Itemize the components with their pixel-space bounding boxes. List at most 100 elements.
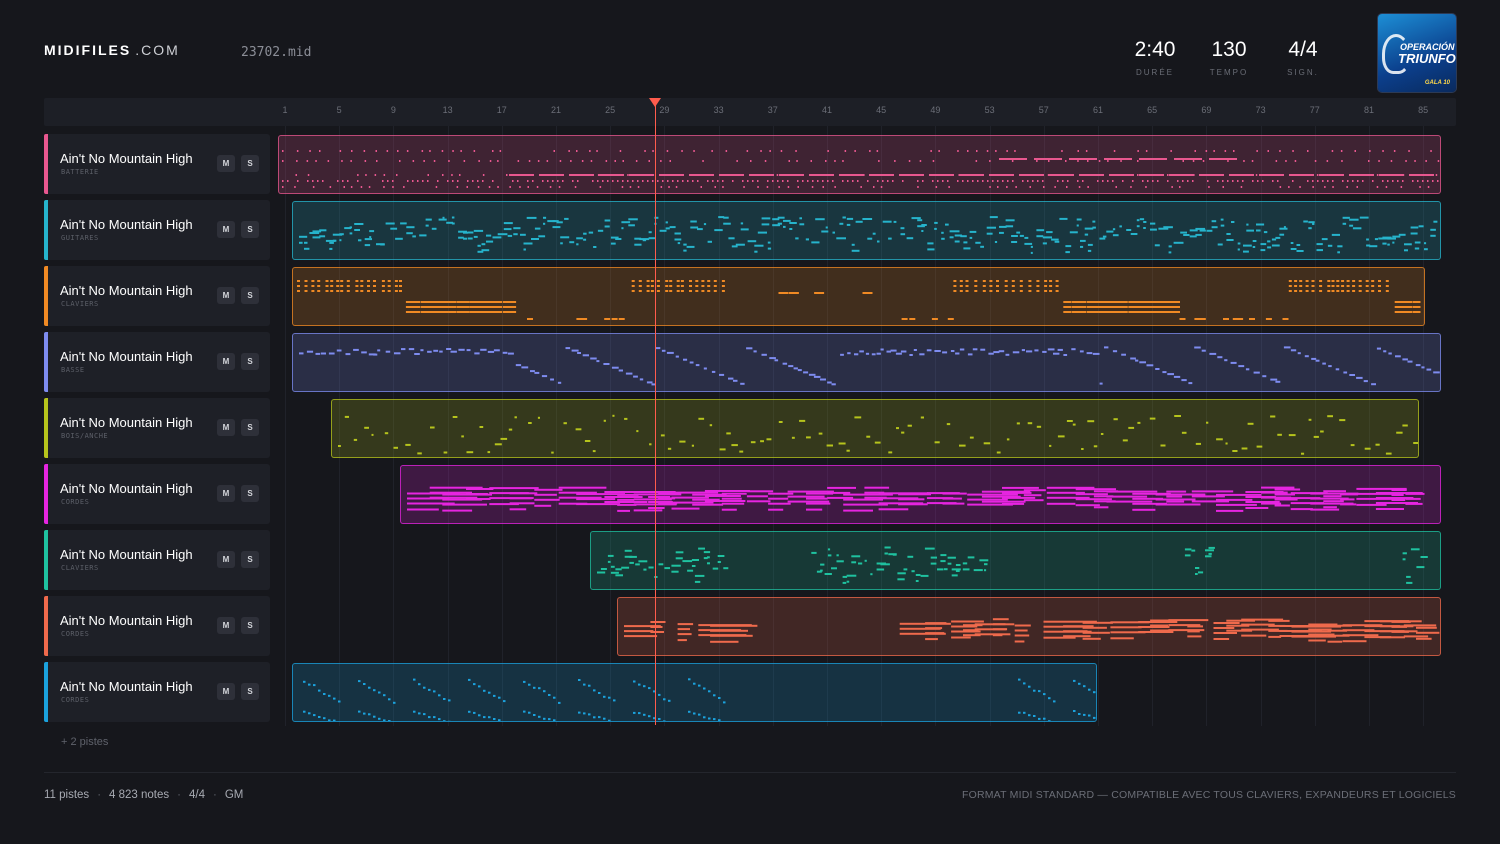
solo-button[interactable]: S [241, 617, 259, 634]
midi-note [810, 551, 817, 554]
midi-note [631, 290, 635, 292]
midi-note [497, 696, 501, 699]
midi-note [836, 554, 839, 557]
midi-note [827, 554, 832, 557]
mute-button[interactable]: M [217, 683, 235, 700]
mute-button[interactable]: M [217, 617, 235, 634]
midi-note [802, 371, 808, 374]
midi-note [753, 244, 764, 247]
midi-note [463, 160, 466, 162]
track-header[interactable]: Ain't No Mountain High CORDES M S [44, 662, 270, 722]
midi-note [448, 301, 457, 303]
midi-note [946, 423, 951, 426]
midi-note [880, 186, 883, 188]
midi-note [1043, 280, 1047, 282]
midi-note [1077, 682, 1081, 685]
midi-note [1079, 350, 1084, 353]
midi-note [842, 575, 847, 578]
solo-button[interactable]: S [241, 287, 259, 304]
midi-note [487, 350, 494, 353]
midi-note [366, 290, 370, 292]
track-category: BASSE [61, 366, 85, 374]
mute-button[interactable]: M [217, 551, 235, 568]
midi-note [363, 150, 366, 152]
track-region[interactable] [291, 267, 1425, 326]
more-tracks-link[interactable]: + 2 pistes [61, 736, 108, 748]
track-header[interactable]: Ain't No Mountain High CORDES M S [44, 596, 270, 656]
track-notes [596, 546, 1428, 584]
track-header[interactable]: Ain't No Mountain High BATTERIE M S [44, 134, 270, 194]
midi-note [386, 150, 389, 152]
midi-note [662, 180, 664, 182]
midi-note [798, 223, 804, 226]
midi-note [1078, 306, 1087, 308]
solo-button[interactable]: S [241, 551, 259, 568]
midi-note [339, 150, 342, 152]
track-region[interactable] [399, 465, 1441, 524]
midi-note [676, 290, 680, 292]
track-header[interactable]: Ain't No Mountain High CLAVIERS M S [44, 530, 270, 590]
ruler-tick-label: 41 [821, 105, 833, 115]
solo-button[interactable]: S [241, 155, 259, 172]
mute-button[interactable]: M [217, 155, 235, 172]
track-region[interactable] [291, 201, 1441, 260]
mute-button[interactable]: M [217, 287, 235, 304]
midi-note [503, 222, 513, 225]
midi-note [900, 227, 904, 230]
midi-note [930, 150, 932, 152]
ruler-tick-label: 45 [876, 105, 887, 115]
solo-button[interactable]: S [241, 419, 259, 436]
midi-note [419, 349, 424, 352]
midi-note [718, 373, 724, 376]
track-region[interactable] [278, 135, 1441, 194]
midi-note [473, 235, 478, 238]
track-region[interactable] [291, 333, 1441, 392]
midi-note [1316, 243, 1323, 246]
midi-note [1048, 444, 1052, 447]
mute-button[interactable]: M [217, 485, 235, 502]
midi-note [969, 236, 972, 239]
midi-note [637, 683, 641, 686]
midi-note [542, 690, 546, 693]
playhead[interactable] [654, 104, 657, 725]
midi-note [657, 180, 659, 182]
midi-note [1225, 239, 1234, 241]
midi-note [722, 701, 726, 704]
solo-button[interactable]: S [241, 683, 259, 700]
midi-note [1237, 242, 1240, 245]
midi-note [467, 237, 473, 240]
track-header[interactable]: Ain't No Mountain High BOIS/ANCHE M S [44, 398, 270, 458]
midi-note [719, 448, 726, 451]
solo-button[interactable]: S [241, 221, 259, 238]
track-region[interactable] [291, 663, 1097, 722]
track-region[interactable] [589, 531, 1441, 590]
mute-button[interactable]: M [217, 353, 235, 370]
midi-note [602, 695, 606, 698]
midi-note [1001, 502, 1025, 505]
midi-note [704, 495, 741, 497]
midi-note [667, 180, 669, 182]
timeline-ruler[interactable]: 1 5 9 13 17 21 25 29 33 37 41 45 49 53 57 61 65 69 73 77 81 8… [44, 98, 1456, 126]
solo-button[interactable]: S [241, 353, 259, 370]
midi-note [584, 440, 591, 442]
mute-button[interactable]: M [217, 419, 235, 436]
midi-note [1061, 150, 1063, 152]
midi-note [979, 245, 984, 248]
track-header[interactable]: Ain't No Mountain High GUITARES M S [44, 200, 270, 260]
track-header[interactable]: Ain't No Mountain High BASSE M S [44, 332, 270, 392]
track-header[interactable]: Ain't No Mountain High CORDES M S [44, 464, 270, 524]
mute-button[interactable]: M [217, 221, 235, 238]
midi-note [427, 688, 431, 691]
midi-note [846, 223, 850, 226]
midi-note [577, 679, 581, 681]
track-region[interactable] [330, 399, 1420, 458]
track-color-bar [44, 662, 48, 722]
midi-note [1323, 490, 1346, 493]
solo-button[interactable]: S [241, 485, 259, 502]
midi-note [942, 502, 965, 505]
midi-note [1292, 150, 1294, 152]
track-header[interactable]: Ain't No Mountain High CLAVIERS M S [44, 266, 270, 326]
midi-note [1260, 486, 1295, 489]
midi-note [1268, 635, 1281, 638]
track-region[interactable] [616, 597, 1441, 656]
